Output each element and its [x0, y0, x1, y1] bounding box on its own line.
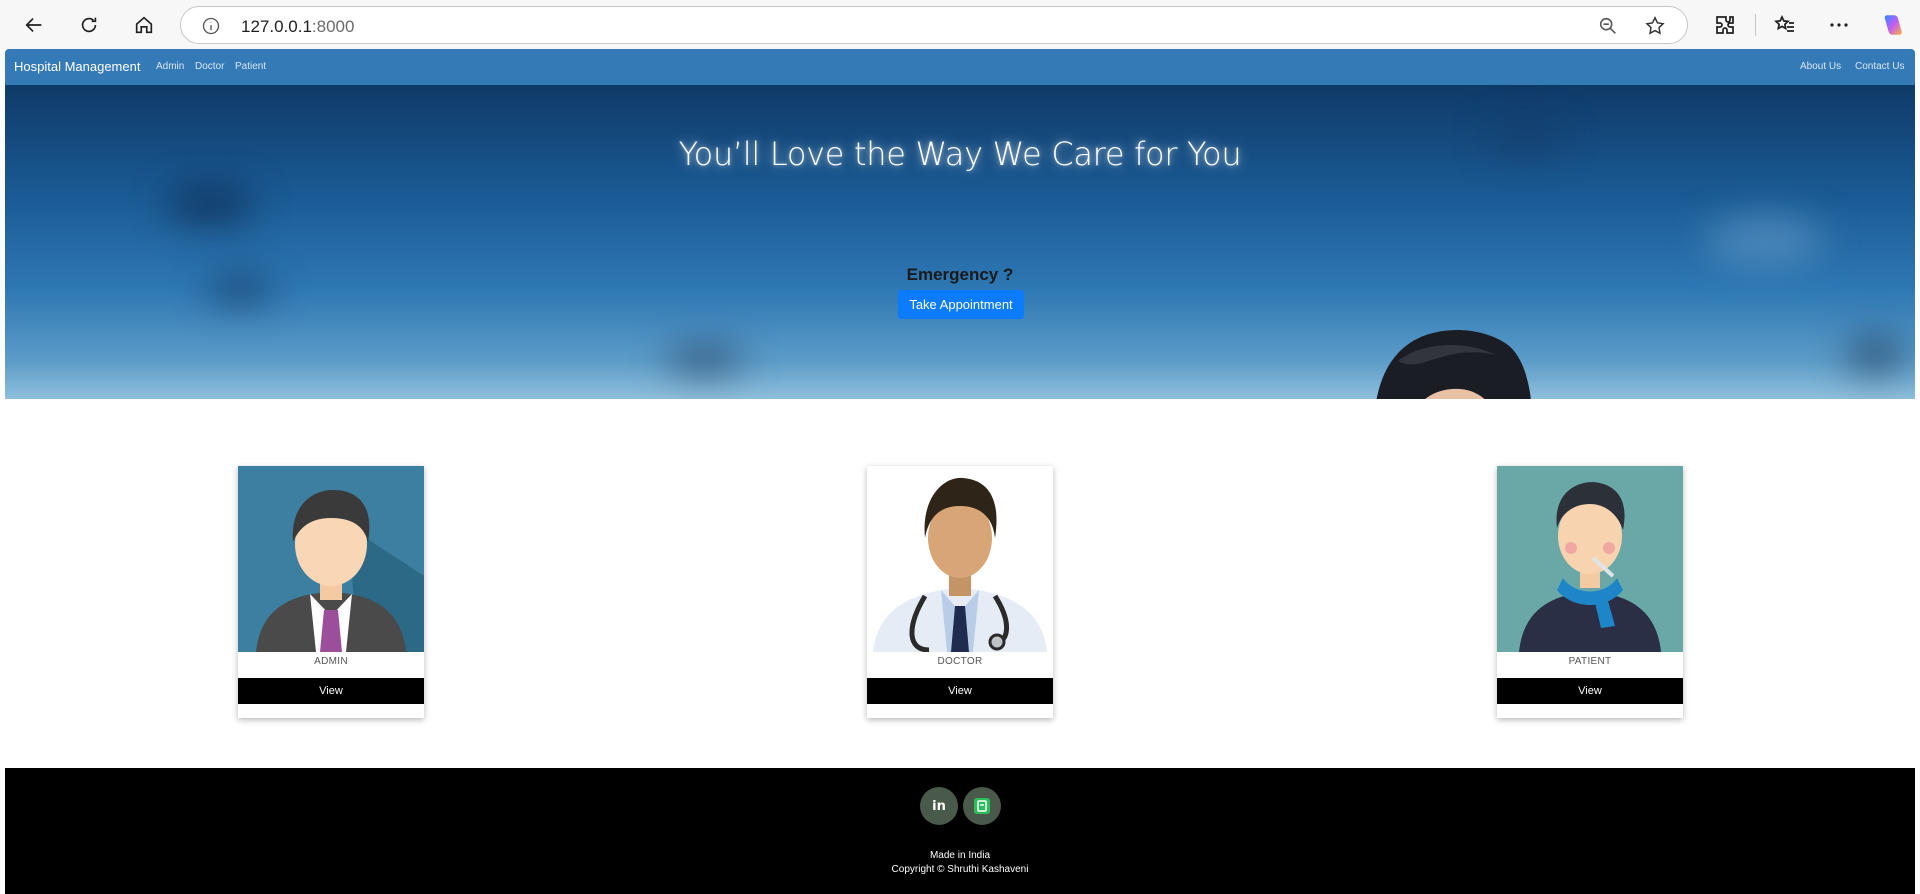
admin-avatar	[238, 466, 424, 652]
hero-banner: You’ll Love the Way We Care for You Emer…	[5, 85, 1915, 399]
url-text[interactable]: 127.0.0.1:8000	[241, 17, 354, 37]
patient-avatar	[1497, 466, 1683, 652]
patient-card-label: PATIENT	[1568, 656, 1612, 667]
patient-card: PATIENT View	[1497, 466, 1683, 718]
reload-icon[interactable]	[73, 9, 105, 41]
doctor-photo	[1376, 330, 1531, 399]
page-viewport: Hospital Management Admin Doctor Patient…	[5, 49, 1915, 894]
home-icon[interactable]	[128, 9, 160, 41]
footer: in Made in India Copyright © Shruthi Kas…	[5, 768, 1915, 894]
hero-title: You’ll Love the Way We Care for You	[678, 135, 1242, 173]
nav-link-patient[interactable]: Patient	[235, 61, 266, 72]
nav-link-contact-us[interactable]: Contact Us	[1855, 61, 1904, 72]
admin-card-label: ADMIN	[314, 656, 348, 667]
emergency-heading: Emergency ?	[906, 265, 1014, 284]
url-port: :8000	[311, 17, 355, 36]
favorites-icon[interactable]	[1772, 12, 1798, 38]
admin-view-button[interactable]: View	[238, 678, 424, 704]
nav-link-about-us[interactable]: About Us	[1800, 61, 1841, 72]
zoom-out-icon[interactable]	[1597, 15, 1619, 37]
made-in-india-text: Made in India	[929, 850, 991, 861]
brand-link[interactable]: Hospital Management	[14, 59, 140, 74]
patient-view-button[interactable]: View	[1497, 678, 1683, 704]
whatsapp-glyph	[974, 798, 990, 814]
hero-blur-shape	[1845, 335, 1905, 375]
url-host: 127.0.0.1	[241, 17, 312, 36]
hero-blur-shape	[665, 345, 745, 375]
star-icon[interactable]	[1644, 15, 1666, 37]
copyright-text: Copyright © Shruthi Kashaveni	[891, 864, 1029, 875]
doctor-card: DOCTOR View	[867, 466, 1053, 718]
linkedin-icon[interactable]: in	[920, 787, 958, 825]
hero-blur-shape	[165, 185, 255, 225]
top-navbar: Hospital Management Admin Doctor Patient…	[5, 49, 1915, 85]
extensions-icon[interactable]	[1712, 12, 1738, 38]
admin-card: ADMIN View	[238, 466, 424, 718]
address-bar[interactable]: 127.0.0.1:8000	[180, 6, 1688, 44]
doctor-avatar	[867, 466, 1053, 652]
hero-blur-shape	[1705, 215, 1825, 265]
doctor-card-label: DOCTOR	[937, 656, 983, 667]
more-icon[interactable]	[1826, 12, 1852, 38]
back-icon[interactable]	[18, 9, 50, 41]
info-icon[interactable]	[201, 16, 221, 36]
doctor-view-button[interactable]: View	[867, 678, 1053, 704]
linkedin-glyph: in	[932, 798, 946, 814]
browser-toolbar: 127.0.0.1:8000	[0, 0, 1920, 49]
take-appointment-button[interactable]: Take Appointment	[898, 290, 1024, 319]
toolbar-divider	[1755, 14, 1756, 36]
nav-link-doctor[interactable]: Doctor	[195, 61, 224, 72]
whatsapp-icon[interactable]	[963, 787, 1001, 825]
copilot-icon[interactable]	[1880, 12, 1906, 38]
nav-link-admin[interactable]: Admin	[156, 61, 184, 72]
